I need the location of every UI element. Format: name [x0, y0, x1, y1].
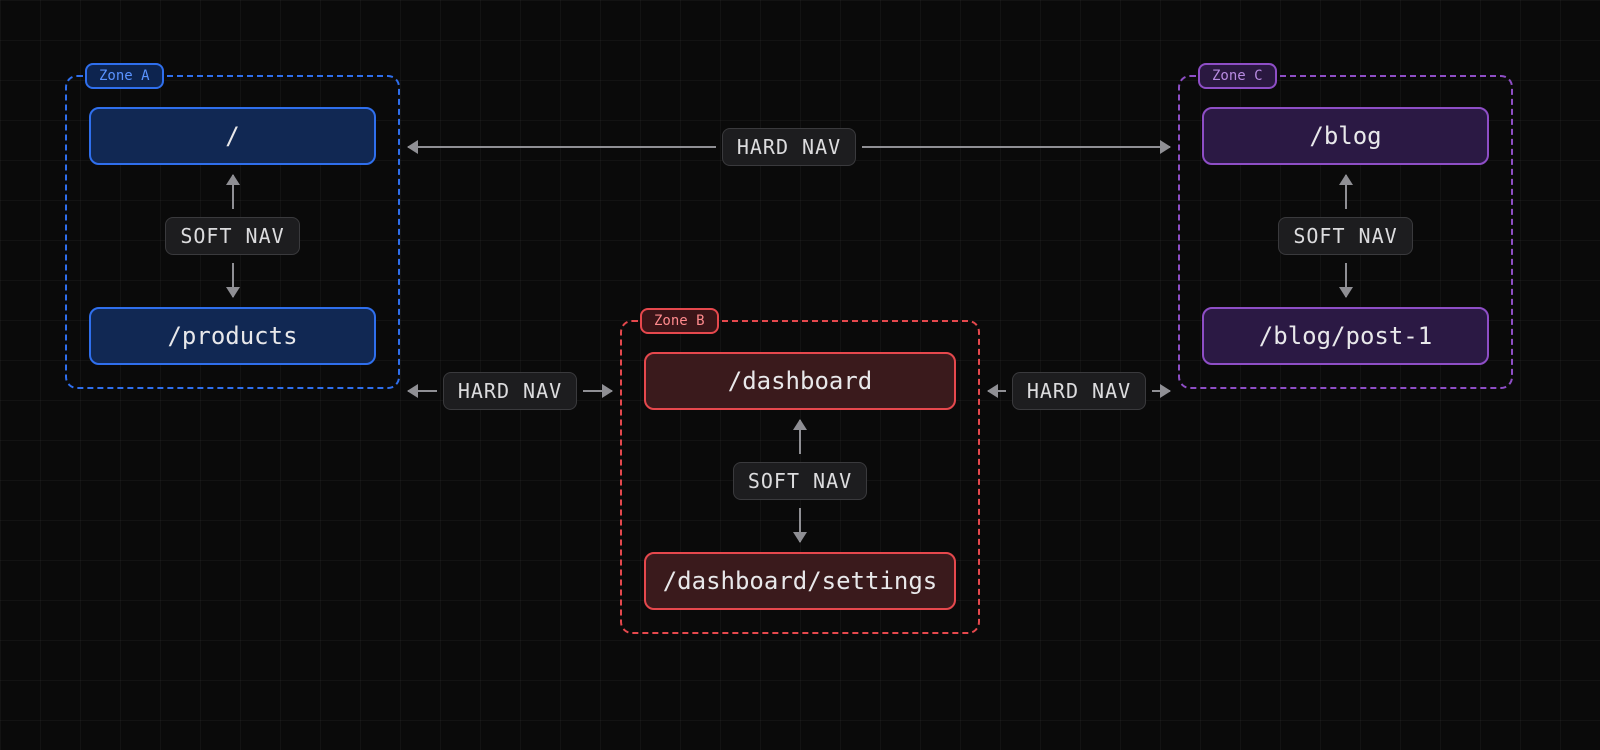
- soft-nav-c: SOFT NAV: [1202, 175, 1489, 297]
- zone-b-label: Zone B: [640, 308, 719, 334]
- route-blog: /blog: [1202, 107, 1489, 165]
- arrow-right-icon: [1152, 390, 1170, 392]
- hard-nav-pill: HARD NAV: [1012, 372, 1146, 410]
- soft-nav-a: SOFT NAV: [89, 175, 376, 297]
- hard-nav-pill: HARD NAV: [443, 372, 577, 410]
- zone-a-label: Zone A: [85, 63, 164, 89]
- arrow-up-icon: [799, 420, 801, 454]
- arrow-down-icon: [232, 263, 234, 297]
- soft-nav-pill: SOFT NAV: [733, 462, 867, 500]
- diagram-canvas: Zone A / SOFT NAV /products Zone B /dash…: [0, 0, 1600, 750]
- hard-nav-a-c: HARD NAV: [408, 128, 1170, 166]
- route-blog-post-1: /blog/post-1: [1202, 307, 1489, 365]
- arrow-down-icon: [1345, 263, 1347, 297]
- route-products: /products: [89, 307, 376, 365]
- zone-c: Zone C /blog SOFT NAV /blog/post-1: [1178, 75, 1513, 389]
- zone-c-label: Zone C: [1198, 63, 1277, 89]
- arrow-left-icon: [408, 390, 437, 392]
- arrow-right-icon: [583, 390, 612, 392]
- arrow-up-icon: [232, 175, 234, 209]
- arrow-left-icon: [408, 146, 716, 148]
- hard-nav-pill: HARD NAV: [722, 128, 856, 166]
- zone-a: Zone A / SOFT NAV /products: [65, 75, 400, 389]
- route-root: /: [89, 107, 376, 165]
- soft-nav-pill: SOFT NAV: [1278, 217, 1412, 255]
- arrow-down-icon: [799, 508, 801, 542]
- arrow-right-icon: [862, 146, 1170, 148]
- arrow-up-icon: [1345, 175, 1347, 209]
- soft-nav-b: SOFT NAV: [644, 420, 956, 542]
- route-dashboard-settings: /dashboard/settings: [644, 552, 956, 610]
- route-dashboard: /dashboard: [644, 352, 956, 410]
- arrow-left-icon: [988, 390, 1006, 392]
- zone-b: Zone B /dashboard SOFT NAV /dashboard/se…: [620, 320, 980, 634]
- hard-nav-b-c: HARD NAV: [988, 372, 1170, 410]
- soft-nav-pill: SOFT NAV: [165, 217, 299, 255]
- hard-nav-a-b: HARD NAV: [408, 372, 612, 410]
